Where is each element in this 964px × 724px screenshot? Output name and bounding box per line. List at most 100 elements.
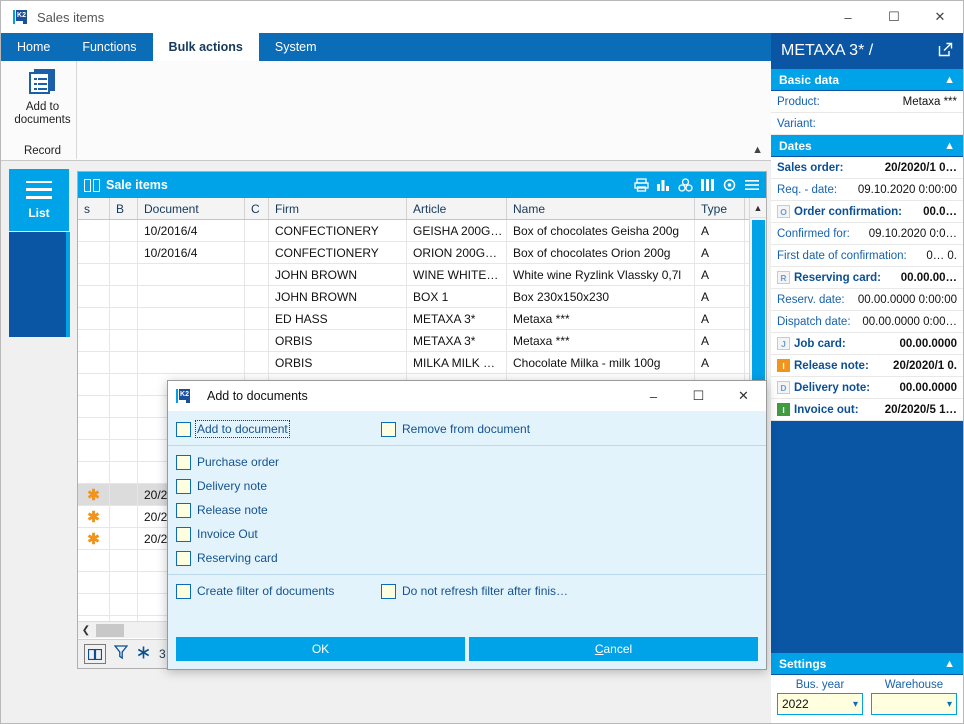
sidebar-item-list[interactable]: List bbox=[9, 169, 69, 231]
checkbox-box[interactable] bbox=[381, 584, 396, 599]
field-row[interactable]: Dispatch date:00.00.0000 0:00… bbox=[771, 311, 963, 333]
column-header-name[interactable]: Name bbox=[507, 198, 695, 219]
table-row[interactable]: 10/2016/4CONFECTIONERYGEISHA 200G…Box of… bbox=[78, 220, 766, 242]
checkbox-box[interactable] bbox=[176, 584, 191, 599]
cell-s bbox=[78, 220, 110, 242]
checkbox-box[interactable] bbox=[176, 422, 191, 437]
tab-bulk-actions[interactable]: Bulk actions bbox=[153, 33, 259, 61]
tab-functions[interactable]: Functions bbox=[66, 33, 152, 61]
chevron-down-icon[interactable]: ▾ bbox=[853, 699, 858, 710]
checkbox-add-to-document[interactable]: Add to document bbox=[176, 422, 381, 437]
checkbox-delivery-note[interactable]: Delivery note bbox=[168, 474, 766, 498]
dialog-minimize-button[interactable]: – bbox=[631, 381, 676, 411]
field-row[interactable]: IInvoice out:20/2020/5 1… bbox=[771, 399, 963, 421]
column-header-c[interactable]: C bbox=[245, 198, 269, 219]
field-row[interactable]: Confirmed for:09.10.2020 0:0… bbox=[771, 223, 963, 245]
add-to-documents-button[interactable]: Add to documents bbox=[9, 61, 77, 127]
print-icon[interactable] bbox=[634, 178, 649, 192]
column-header-article[interactable]: Article bbox=[407, 198, 507, 219]
warehouse-combo[interactable]: ▾ bbox=[871, 693, 957, 715]
checkbox-purchase-order[interactable]: Purchase order bbox=[168, 450, 766, 474]
close-button[interactable]: ✕ bbox=[917, 1, 963, 33]
table-row[interactable]: ORBISMILKA MILK …Chocolate Milka - milk … bbox=[78, 352, 766, 374]
column-header-firm[interactable]: Firm bbox=[269, 198, 407, 219]
field-row[interactable]: Reserv. date:00.00.0000 0:00:00 bbox=[771, 289, 963, 311]
chevron-up-icon[interactable]: ▲ bbox=[752, 144, 763, 156]
settings-header[interactable]: Settings ▲ bbox=[771, 653, 963, 675]
tab-system[interactable]: System bbox=[259, 33, 333, 61]
minimize-button[interactable]: – bbox=[825, 1, 871, 33]
checkbox-box[interactable] bbox=[176, 479, 191, 494]
bar-chart-icon[interactable] bbox=[656, 178, 671, 192]
status-badge: R bbox=[777, 271, 790, 284]
field-row[interactable]: JJob card:00.00.0000 bbox=[771, 333, 963, 355]
hscrollbar-thumb[interactable] bbox=[96, 624, 124, 637]
table-row[interactable]: 10/2016/4CONFECTIONERYORION 200G…Box of … bbox=[78, 242, 766, 264]
field-label: Sales order: bbox=[777, 162, 843, 174]
ok-button[interactable]: OK bbox=[176, 637, 465, 661]
dialog-close-button[interactable]: ✕ bbox=[721, 381, 766, 411]
scrollbar-thumb[interactable] bbox=[752, 220, 765, 395]
sidebar-header: METAXA 3* / bbox=[771, 33, 963, 69]
column-header-s[interactable]: s bbox=[78, 198, 110, 219]
field-row[interactable]: Variant: bbox=[771, 113, 963, 135]
columns-icon[interactable] bbox=[700, 178, 715, 192]
field-row[interactable]: OOrder confirmation:00.0… bbox=[771, 201, 963, 223]
field-label: Variant: bbox=[777, 118, 816, 130]
chevron-up-icon[interactable]: ▲ bbox=[944, 658, 955, 670]
field-row[interactable]: Req. - date:09.10.2020 0:00:00 bbox=[771, 179, 963, 201]
checkbox-box[interactable] bbox=[176, 503, 191, 518]
book-view-button[interactable] bbox=[84, 644, 106, 664]
checkbox-remove-from-document[interactable]: Remove from document bbox=[381, 422, 586, 437]
checkbox-box[interactable] bbox=[381, 422, 396, 437]
checkbox-release-note[interactable]: Release note bbox=[168, 498, 766, 522]
field-row[interactable]: Product:Metaxa *** bbox=[771, 91, 963, 113]
column-header-type[interactable]: Type bbox=[695, 198, 745, 219]
checkbox-box[interactable] bbox=[176, 551, 191, 566]
cell-s bbox=[78, 550, 110, 572]
cell-s bbox=[78, 286, 110, 308]
field-value: 09.10.2020 0:0… bbox=[869, 228, 957, 240]
field-row[interactable]: DDelivery note:00.00.0000 bbox=[771, 377, 963, 399]
checkbox-reserving-card[interactable]: Reserving card bbox=[168, 546, 766, 570]
external-link-icon[interactable] bbox=[938, 42, 953, 60]
bus-year-combo[interactable]: 2022 ▾ bbox=[777, 693, 863, 715]
cancel-button[interactable]: Cancel bbox=[469, 637, 758, 661]
scroll-left-icon[interactable]: ❮ bbox=[78, 625, 94, 636]
table-row[interactable]: ORBISMETAXA 3*Metaxa ***A bbox=[78, 330, 766, 352]
column-header-document[interactable]: Document bbox=[138, 198, 245, 219]
table-row[interactable]: JOHN BROWNBOX 1Box 230x150x230A bbox=[78, 286, 766, 308]
field-row[interactable]: RReserving card:00.00.00… bbox=[771, 267, 963, 289]
dialog-options-list: Purchase orderDelivery noteRelease noteI… bbox=[168, 450, 766, 570]
cell-s bbox=[78, 308, 110, 330]
chevron-down-icon[interactable]: ▾ bbox=[947, 699, 952, 710]
chevron-up-icon[interactable]: ▲ bbox=[944, 74, 955, 86]
section-header-dates[interactable]: Dates▲ bbox=[771, 135, 963, 157]
maximize-button[interactable]: ☐ bbox=[871, 1, 917, 33]
checkbox-box[interactable] bbox=[176, 455, 191, 470]
section-header-basic-data[interactable]: Basic data▲ bbox=[771, 69, 963, 91]
tab-home[interactable]: Home bbox=[1, 33, 66, 61]
cell-type: A bbox=[695, 308, 745, 330]
checkbox-box[interactable] bbox=[176, 527, 191, 542]
filter-icon[interactable] bbox=[114, 645, 128, 663]
column-header-b[interactable]: B bbox=[110, 198, 138, 219]
pivot-icon[interactable] bbox=[678, 178, 693, 192]
field-row[interactable]: IRelease note:20/2020/1 0. bbox=[771, 355, 963, 377]
checkbox-invoice-out[interactable]: Invoice Out bbox=[168, 522, 766, 546]
table-row[interactable]: ED HASSMETAXA 3*Metaxa ***A bbox=[78, 308, 766, 330]
checkbox-no-refresh-filter[interactable]: Do not refresh filter after finis… bbox=[381, 584, 586, 599]
chevron-up-icon[interactable]: ▲ bbox=[944, 140, 955, 152]
field-value: 00.00.0000 bbox=[899, 382, 957, 394]
asterisk-icon[interactable] bbox=[136, 645, 151, 663]
scroll-up-icon[interactable]: ▲ bbox=[750, 198, 766, 218]
gear-icon[interactable] bbox=[722, 178, 737, 192]
hamburger-icon bbox=[26, 181, 52, 199]
field-row[interactable]: Sales order:20/2020/1 0… bbox=[771, 157, 963, 179]
checkbox-create-filter[interactable]: Create filter of documents bbox=[176, 584, 381, 599]
table-row[interactable]: JOHN BROWNWINE WHITE…White wine Ryzlink … bbox=[78, 264, 766, 286]
left-nav-panel bbox=[9, 232, 66, 337]
dialog-maximize-button[interactable]: ☐ bbox=[676, 381, 721, 411]
field-row[interactable]: First date of confirmation:0… 0. bbox=[771, 245, 963, 267]
menu-icon[interactable] bbox=[744, 178, 760, 192]
